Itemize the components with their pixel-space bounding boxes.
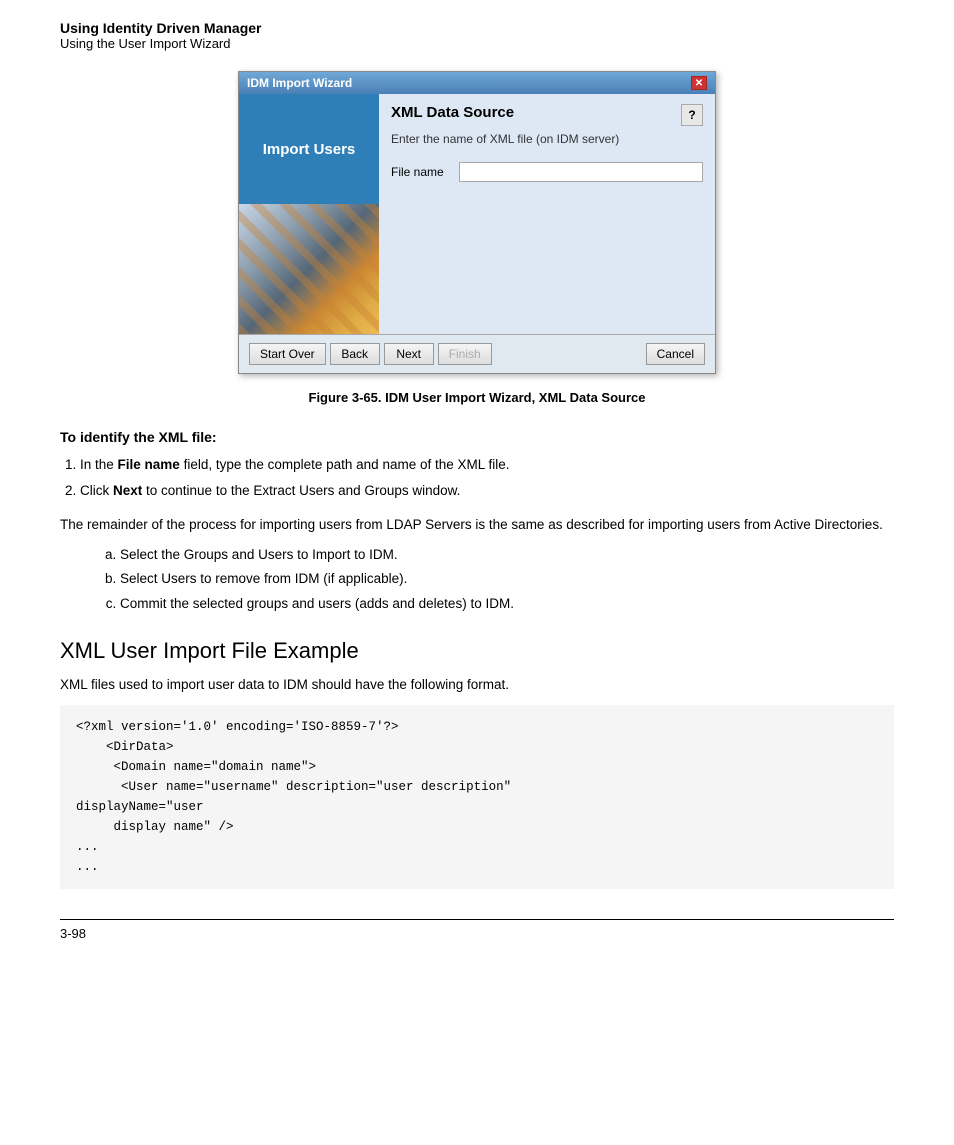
import-users-label: Import Users [239,94,379,204]
body-paragraph: The remainder of the process for importi… [60,514,894,536]
step-1-bold: File name [118,457,180,472]
file-name-label: File name [391,165,451,179]
dialog-image [239,204,379,334]
next-button[interactable]: Next [384,343,434,365]
dialog-wrapper: IDM Import Wizard ✕ Import Users XML Dat… [60,71,894,374]
header-subtitle: Using the User Import Wizard [60,36,894,51]
footer-left-buttons: Start Over Back Next Finish [249,343,492,365]
cancel-button[interactable]: Cancel [646,343,705,365]
xml-datasource-description: Enter the name of XML file (on IDM serve… [391,132,703,146]
section-heading: To identify the XML file: [60,429,894,445]
figure-caption: Figure 3-65. IDM User Import Wizard, XML… [60,390,894,405]
dialog-left-panel: Import Users [239,94,379,334]
step-1: In the File name field, type the complet… [80,455,894,475]
file-name-input[interactable] [459,162,703,182]
start-over-button[interactable]: Start Over [249,343,326,365]
dialog-footer: Start Over Back Next Finish Cancel [239,334,715,373]
code-block: <?xml version='1.0' encoding='ISO-8859-7… [60,705,894,889]
alpha-item-b: Select Users to remove from IDM (if appl… [120,569,894,589]
xml-section-description: XML files used to import user data to ID… [60,674,894,696]
page-header: Using Identity Driven Manager Using the … [60,20,894,51]
step-2: Click Next to continue to the Extract Us… [80,481,894,501]
step-1-post: field, type the complete path and name o… [180,457,510,472]
step-2-bold: Next [113,483,142,498]
steps-list: In the File name field, type the complet… [80,455,894,502]
back-button[interactable]: Back [330,343,380,365]
xml-datasource-title: XML Data Source [391,104,514,121]
alpha-item-c: Commit the selected groups and users (ad… [120,594,894,614]
header-title: Using Identity Driven Manager [60,20,894,36]
step-2-post: to continue to the Extract Users and Gro… [142,483,460,498]
step-2-pre: Click [80,483,113,498]
dialog-title: IDM Import Wizard [247,76,352,90]
file-name-row: File name [391,162,703,182]
dialog-right-panel: XML Data Source ? Enter the name of XML … [379,94,715,334]
finish-button[interactable]: Finish [438,343,492,365]
xml-datasource-header: XML Data Source ? [391,104,703,126]
alpha-list: Select the Groups and Users to Import to… [120,545,894,614]
dialog-body: Import Users XML Data Source ? Enter the… [239,94,715,334]
step-1-pre: In the [80,457,118,472]
page-number: 3-98 [60,926,86,941]
xml-section-title: XML User Import File Example [60,638,894,664]
help-button[interactable]: ? [681,104,703,126]
page-footer: 3-98 [60,919,894,941]
alpha-item-a: Select the Groups and Users to Import to… [120,545,894,565]
dialog-window: IDM Import Wizard ✕ Import Users XML Dat… [238,71,716,374]
dialog-close-button[interactable]: ✕ [691,76,707,90]
dialog-titlebar: IDM Import Wizard ✕ [239,72,715,94]
